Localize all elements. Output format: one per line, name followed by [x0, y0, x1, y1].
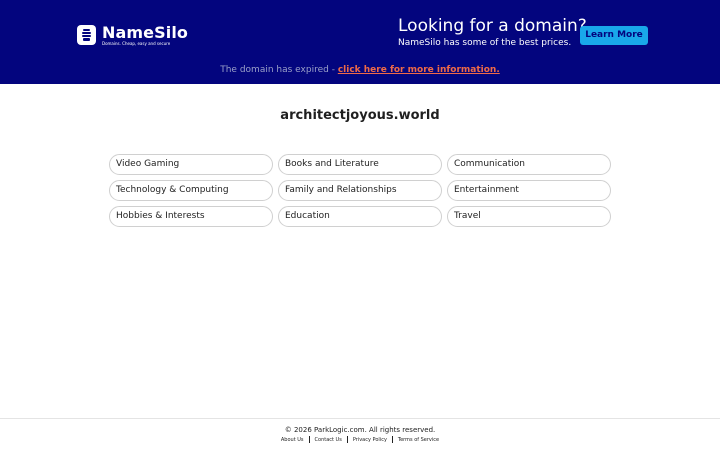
- category-link[interactable]: Entertainment: [447, 180, 611, 201]
- category-link[interactable]: Education: [278, 206, 442, 227]
- header-banner: NameSilo Domains. Cheap, easy and secure…: [0, 0, 720, 84]
- logo-name: NameSilo: [102, 23, 188, 42]
- footer-divider: [346, 436, 348, 443]
- more-information-link[interactable]: click here for more information.: [338, 65, 500, 75]
- category-link[interactable]: Books and Literature: [278, 154, 442, 175]
- namesilo-logo-icon: [77, 25, 96, 45]
- about-us-link[interactable]: About Us: [281, 437, 304, 443]
- category-link[interactable]: Travel: [447, 206, 611, 227]
- category-link[interactable]: Technology & Computing: [109, 180, 273, 201]
- privacy-policy-link[interactable]: Privacy Policy: [353, 437, 387, 443]
- contact-us-link[interactable]: Contact Us: [315, 437, 342, 443]
- promo-title: Looking for a domain?: [398, 16, 587, 36]
- expired-text: The domain has expired -: [220, 65, 338, 75]
- expired-notice: The domain has expired - click here for …: [0, 65, 720, 75]
- learn-more-button[interactable]: Learn More: [580, 26, 648, 45]
- category-link[interactable]: Hobbies & Interests: [109, 206, 273, 227]
- terms-of-service-link[interactable]: Terms of Service: [398, 437, 439, 443]
- category-link[interactable]: Communication: [447, 154, 611, 175]
- logo-tagline: Domains. Cheap, easy and secure: [102, 41, 171, 46]
- footer: © 2026 ParkLogic.com. All rights reserve…: [0, 418, 720, 450]
- category-link[interactable]: Family and Relationships: [278, 180, 442, 201]
- category-link[interactable]: Video Gaming: [109, 154, 273, 175]
- footer-divider: [391, 436, 393, 443]
- category-grid: Video Gaming Books and Literature Commun…: [109, 154, 611, 227]
- namesilo-logo[interactable]: NameSilo Domains. Cheap, easy and secure: [77, 24, 188, 46]
- promo-subtitle: NameSilo has some of the best prices.: [398, 38, 572, 48]
- domain-name: architectjoyous.world: [280, 108, 440, 123]
- footer-links: About Us Contact Us Privacy Policy Terms…: [0, 436, 720, 443]
- copyright: © 2026 ParkLogic.com. All rights reserve…: [284, 426, 436, 434]
- footer-divider: [308, 436, 310, 443]
